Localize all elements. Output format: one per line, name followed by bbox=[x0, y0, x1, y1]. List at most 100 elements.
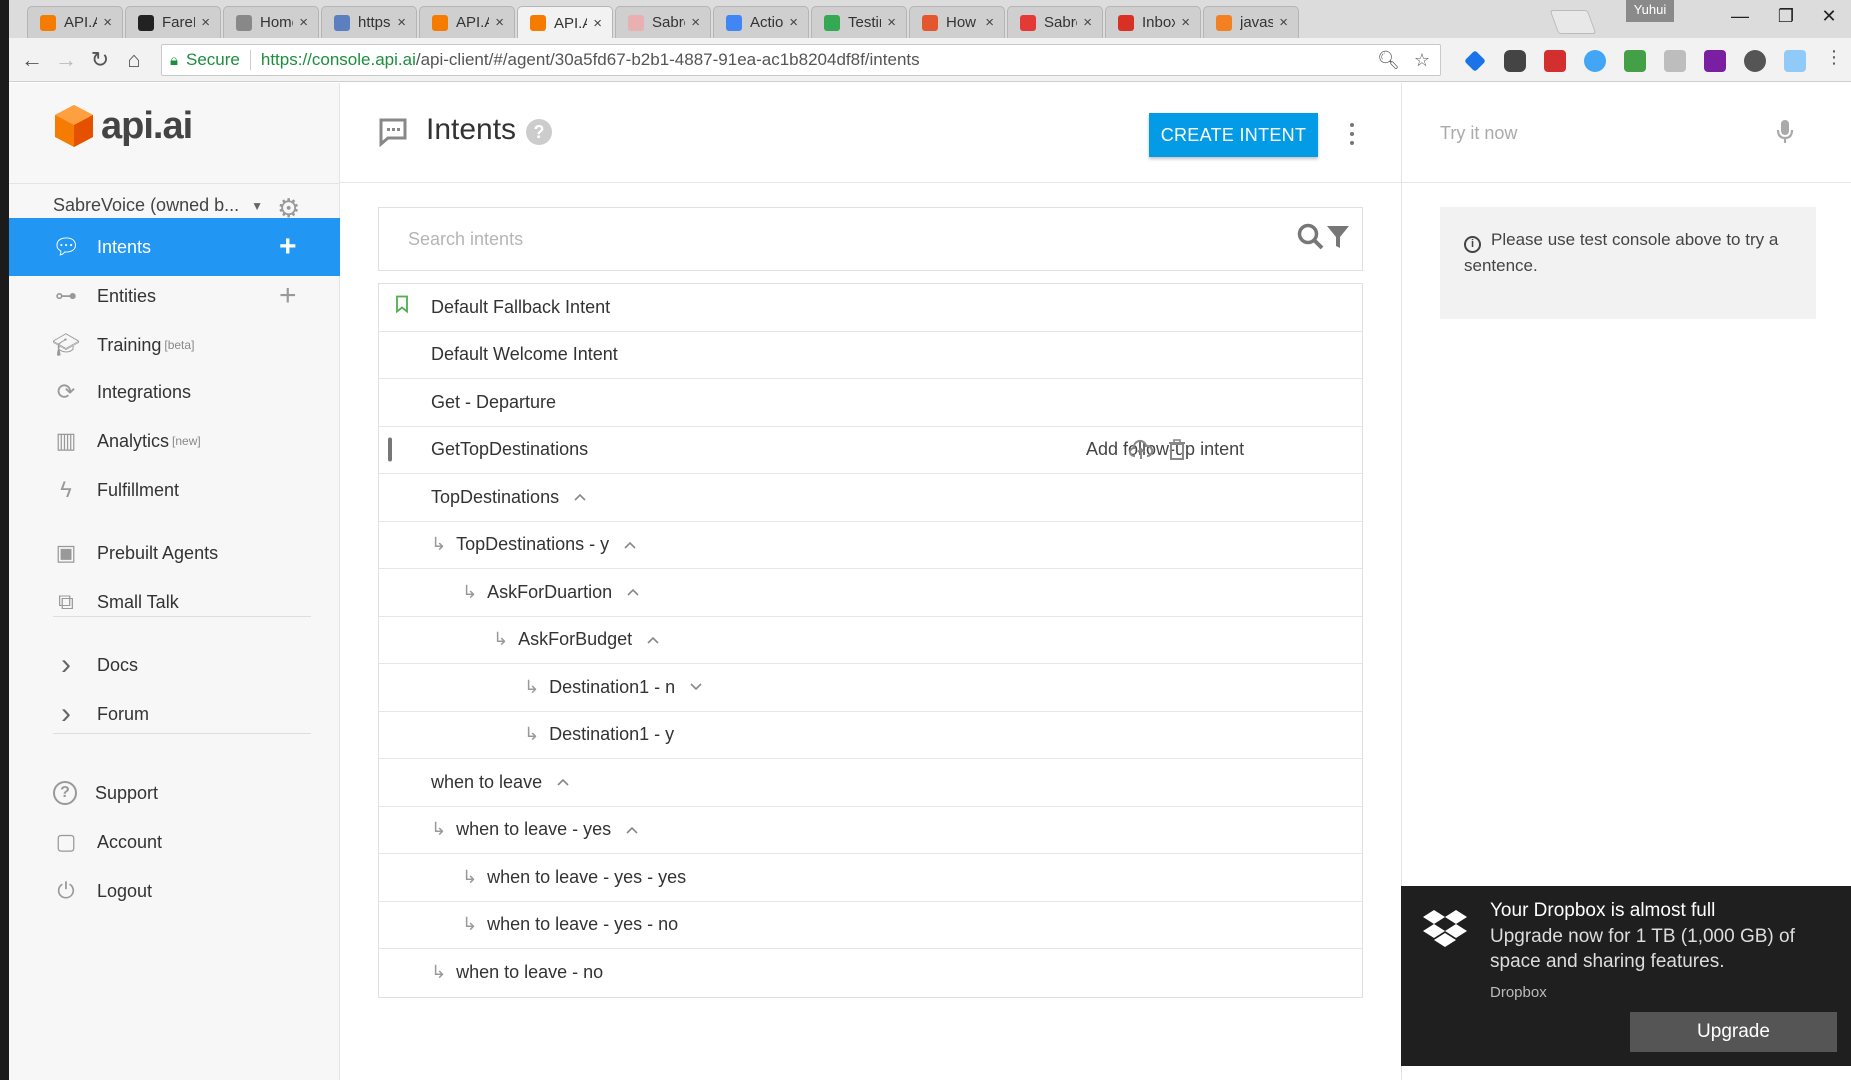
intent-name[interactable]: Get - Departure bbox=[431, 392, 556, 413]
tab-close-icon[interactable]: × bbox=[887, 14, 896, 31]
tab-close-icon[interactable]: × bbox=[1181, 14, 1190, 31]
intent-name[interactable]: Destination1 - y bbox=[549, 724, 674, 745]
upgrade-button[interactable]: Upgrade bbox=[1630, 1012, 1837, 1052]
intent-name[interactable]: AskForBudget bbox=[518, 629, 632, 650]
extension-globe-icon[interactable] bbox=[1744, 50, 1766, 72]
chevron-down-icon[interactable] bbox=[689, 679, 703, 695]
intent-row[interactable]: ↳ AskForBudget bbox=[379, 617, 1362, 664]
extension-check-icon[interactable] bbox=[1584, 50, 1606, 72]
zoom-icon[interactable]: 🔍︎ bbox=[1377, 50, 1400, 71]
sidebar-item-small-talk[interactable]: ⧉ Small Talk bbox=[9, 573, 340, 631]
restore-icon[interactable]: ❐ bbox=[1766, 6, 1806, 27]
browser-tab[interactable]: Sabre × bbox=[1007, 6, 1103, 38]
intent-row[interactable]: ↳ when to leave - no bbox=[379, 949, 1362, 997]
intent-row[interactable]: Default Welcome Intent bbox=[379, 332, 1362, 379]
browser-tab[interactable]: FarePr × bbox=[125, 6, 221, 38]
browser-tab[interactable]: Sabre × bbox=[615, 6, 711, 38]
add-icon[interactable]: + bbox=[279, 230, 297, 264]
intent-row[interactable]: ↳ AskForDuartion bbox=[379, 569, 1362, 617]
intent-name[interactable]: when to leave - no bbox=[456, 962, 603, 983]
intent-name[interactable]: Destination1 - n bbox=[549, 677, 675, 698]
tab-close-icon[interactable]: × bbox=[495, 14, 504, 31]
new-tab-button[interactable] bbox=[1549, 10, 1597, 34]
tab-close-icon[interactable]: × bbox=[789, 14, 798, 31]
help-icon[interactable]: ? bbox=[526, 119, 552, 145]
close-window-icon[interactable]: ✕ bbox=[1809, 6, 1849, 27]
cloud-upload-icon[interactable] bbox=[1129, 439, 1154, 466]
intent-row[interactable]: ↳ when to leave - yes - no bbox=[379, 902, 1362, 949]
tab-close-icon[interactable]: × bbox=[985, 14, 994, 31]
bookmark-star-icon[interactable]: ☆ bbox=[1414, 50, 1430, 71]
chevron-up-icon[interactable] bbox=[573, 489, 587, 505]
intent-row[interactable]: when to leave bbox=[379, 759, 1362, 807]
browser-tab[interactable]: https: × bbox=[321, 6, 417, 38]
browser-tab[interactable]: Testin × bbox=[811, 6, 907, 38]
tab-close-icon[interactable]: × bbox=[103, 14, 112, 31]
intent-row[interactable]: ↳ when to leave - yes - yes bbox=[379, 854, 1362, 902]
menu-icon[interactable]: ⋮ bbox=[1819, 47, 1849, 68]
browser-tab[interactable]: Action × bbox=[713, 6, 809, 38]
chevron-up-icon[interactable] bbox=[623, 537, 637, 553]
browser-tab[interactable]: Home × bbox=[223, 6, 319, 38]
intent-name[interactable]: TopDestinations bbox=[431, 487, 559, 508]
sidebar-item-forum[interactable]: › Forum bbox=[9, 685, 340, 743]
browser-tab[interactable]: API.AI × bbox=[517, 6, 613, 39]
extension-green-icon[interactable] bbox=[1624, 50, 1646, 72]
intent-name[interactable]: GetTopDestinations bbox=[431, 439, 588, 460]
intent-name[interactable]: Default Welcome Intent bbox=[431, 344, 618, 365]
drive-icon[interactable] bbox=[1664, 50, 1686, 72]
home-icon[interactable]: ⌂ bbox=[119, 47, 149, 73]
tab-close-icon[interactable]: × bbox=[397, 14, 406, 31]
intent-row[interactable]: ↳ TopDestinations - y bbox=[379, 522, 1362, 569]
minimize-icon[interactable]: — bbox=[1720, 6, 1760, 27]
browser-tab[interactable]: Inbox × bbox=[1105, 6, 1201, 38]
intent-row[interactable]: ↳ Destination1 - y bbox=[379, 712, 1362, 759]
intent-name[interactable]: when to leave - yes bbox=[456, 819, 611, 840]
intent-row[interactable]: GetTopDestinations Add follow-up intent bbox=[379, 427, 1362, 474]
intent-row[interactable]: Get - Departure bbox=[379, 379, 1362, 427]
try-it-input[interactable] bbox=[1440, 113, 1760, 153]
intent-checkbox[interactable] bbox=[388, 437, 392, 462]
browser-tab[interactable]: javasc × bbox=[1203, 6, 1299, 38]
agent-selector[interactable]: SabreVoice (owned b... ▼ bbox=[53, 195, 263, 216]
profile-badge[interactable]: Yuhui bbox=[1626, 0, 1674, 22]
tab-close-icon[interactable]: × bbox=[1083, 14, 1092, 31]
reload-icon[interactable]: ↻ bbox=[85, 47, 115, 73]
chevron-up-icon[interactable] bbox=[626, 584, 640, 600]
intent-name[interactable]: AskForDuartion bbox=[487, 582, 612, 603]
search-icon[interactable] bbox=[1296, 222, 1324, 252]
filter-icon[interactable] bbox=[1326, 222, 1350, 252]
logo[interactable]: api.ai bbox=[53, 103, 193, 149]
microphone-icon[interactable] bbox=[1776, 119, 1794, 145]
create-intent-button[interactable]: CREATE INTENT bbox=[1149, 113, 1318, 157]
sidebar-item-logout[interactable]: ⏻ Logout bbox=[9, 862, 340, 920]
browser-tab[interactable]: How T × bbox=[909, 6, 1005, 38]
dropbox-extension-icon[interactable] bbox=[1784, 50, 1806, 72]
intent-name[interactable]: TopDestinations - y bbox=[456, 534, 609, 555]
forward-icon[interactable]: → bbox=[51, 47, 81, 73]
trash-icon[interactable] bbox=[1168, 438, 1186, 466]
chevron-up-icon[interactable] bbox=[646, 632, 660, 648]
intent-name[interactable]: when to leave bbox=[431, 772, 542, 793]
add-icon[interactable]: + bbox=[279, 279, 297, 313]
more-options-icon[interactable] bbox=[1345, 119, 1359, 149]
onenote-icon[interactable] bbox=[1704, 50, 1726, 72]
intent-name[interactable]: Default Fallback Intent bbox=[431, 297, 610, 318]
extension-red-icon[interactable] bbox=[1544, 50, 1566, 72]
search-input[interactable] bbox=[380, 209, 1260, 269]
back-icon[interactable]: ← bbox=[17, 47, 47, 73]
intent-name[interactable]: when to leave - yes - no bbox=[487, 914, 678, 935]
tab-close-icon[interactable]: × bbox=[593, 15, 602, 32]
tab-close-icon[interactable]: × bbox=[1279, 14, 1288, 31]
sidebar-item-fulfillment[interactable]: ϟ Fulfillment bbox=[9, 461, 340, 519]
intent-name[interactable]: when to leave - yes - yes bbox=[487, 867, 686, 888]
browser-tab[interactable]: API.AI × bbox=[419, 6, 515, 38]
tab-close-icon[interactable]: × bbox=[691, 14, 700, 31]
tab-close-icon[interactable]: × bbox=[201, 14, 210, 31]
intent-row[interactable]: ↳ Destination1 - n bbox=[379, 664, 1362, 712]
chevron-up-icon[interactable] bbox=[556, 774, 570, 790]
add-followup-intent-link[interactable]: Add follow-up intent bbox=[1086, 439, 1244, 460]
address-bar[interactable]: 🔒︎ Secure https://console.api.ai/api-cli… bbox=[161, 44, 1441, 76]
intent-row[interactable]: TopDestinations bbox=[379, 474, 1362, 522]
chevron-up-icon[interactable] bbox=[625, 822, 639, 838]
